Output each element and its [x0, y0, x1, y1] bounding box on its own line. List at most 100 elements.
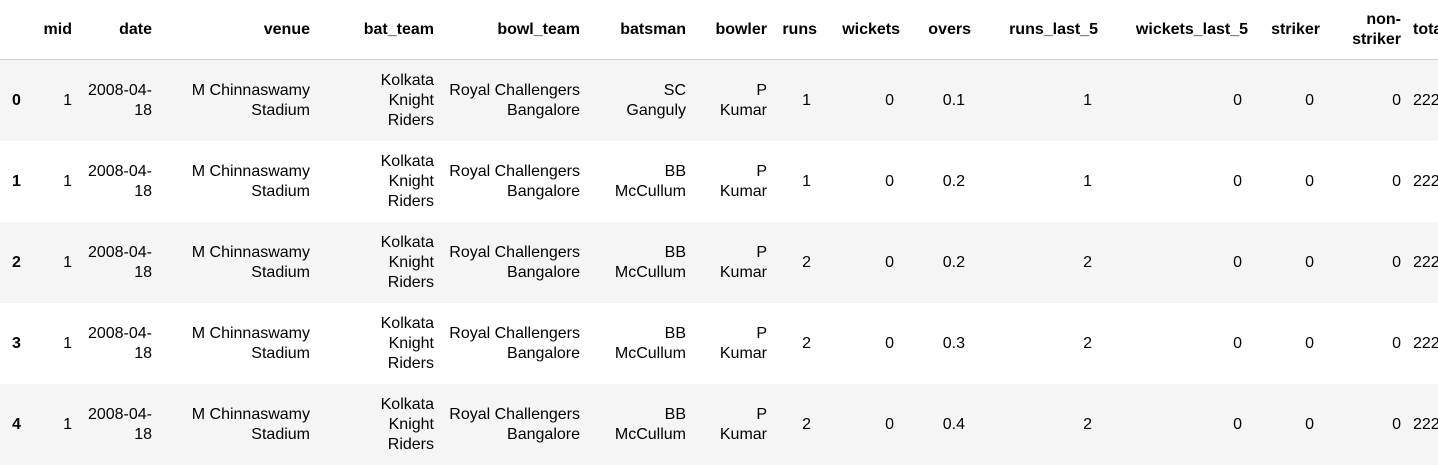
column-header-date: date [119, 21, 152, 38]
cell-venue: M Chinnaswamy Stadium [191, 81, 310, 119]
cell-striker: 0 [1305, 91, 1314, 109]
cell-wickets-last-5: 0 [1233, 91, 1242, 109]
cell-total: 222 [1413, 91, 1438, 109]
cell-bowl-team: Royal Challengers Bangalore [449, 243, 580, 281]
row-index: 0 [12, 91, 21, 109]
cell-overs: 0.1 [942, 91, 965, 109]
cell-runs-last-5: 2 [1083, 334, 1092, 352]
cell-bowler: P Kumar [719, 405, 767, 443]
row-index: 2 [12, 253, 21, 271]
cell-runs: 2 [802, 334, 811, 352]
cell-venue: M Chinnaswamy Stadium [191, 243, 310, 281]
column-header-runs-last-5: runs_last_5 [1009, 21, 1098, 38]
column-header-venue: venue [263, 21, 310, 38]
table-row: 4 1 2008-04-18 M Chinnaswamy Stadium Kol… [0, 384, 1438, 465]
cell-non-striker: 0 [1392, 172, 1401, 190]
cell-total: 222 [1413, 172, 1438, 190]
cell-mid: 1 [63, 172, 72, 190]
column-header-runs: runs [782, 21, 817, 38]
table-row: 0 1 2008-04-18 M Chinnaswamy Stadium Kol… [0, 60, 1438, 141]
cell-date: 2008-04-18 [87, 81, 152, 119]
cell-overs: 0.3 [942, 334, 965, 352]
cell-wickets: 0 [885, 334, 894, 352]
cell-runs-last-5: 1 [1083, 172, 1092, 190]
cell-batsman: BB McCullum [614, 243, 686, 281]
column-header-overs: overs [928, 21, 971, 38]
cell-venue: M Chinnaswamy Stadium [191, 405, 310, 443]
cell-wickets-last-5: 0 [1233, 172, 1242, 190]
column-header-bat-team: bat_team [363, 21, 434, 38]
cell-wickets-last-5: 0 [1233, 334, 1242, 352]
cell-non-striker: 0 [1392, 91, 1401, 109]
cell-wickets-last-5: 0 [1233, 253, 1242, 271]
cell-bowl-team: Royal Challengers Bangalore [449, 81, 580, 119]
cell-venue: M Chinnaswamy Stadium [191, 324, 310, 362]
cell-bat-team: Kolkata Knight Riders [380, 314, 434, 372]
cell-striker: 0 [1305, 172, 1314, 190]
header-row: mid date venue bat_team bowl_team batsma… [0, 0, 1438, 60]
column-header-index [0, 0, 28, 60]
column-header-total: total [1413, 21, 1438, 38]
cell-wickets-last-5: 0 [1233, 415, 1242, 433]
cell-bowl-team: Royal Challengers Bangalore [449, 162, 580, 200]
table-row: 2 1 2008-04-18 M Chinnaswamy Stadium Kol… [0, 222, 1438, 303]
cell-runs: 2 [802, 253, 811, 271]
column-header-mid: mid [43, 21, 72, 38]
column-header-wickets: wickets [842, 21, 900, 38]
cell-wickets: 0 [885, 172, 894, 190]
cell-overs: 0.4 [942, 415, 965, 433]
cell-bowler: P Kumar [719, 324, 767, 362]
column-header-bowler: bowler [715, 21, 767, 38]
cell-wickets: 0 [885, 253, 894, 271]
cell-bat-team: Kolkata Knight Riders [380, 395, 434, 453]
cell-wickets: 0 [885, 91, 894, 109]
cell-bowl-team: Royal Challengers Bangalore [449, 324, 580, 362]
cell-striker: 0 [1305, 415, 1314, 433]
cell-date: 2008-04-18 [87, 162, 152, 200]
cell-mid: 1 [63, 253, 72, 271]
cell-total: 222 [1413, 253, 1438, 271]
cell-bat-team: Kolkata Knight Riders [380, 71, 434, 129]
column-header-striker: striker [1271, 21, 1320, 38]
dataframe-table: mid date venue bat_team bowl_team batsma… [0, 0, 1438, 465]
cell-runs: 1 [802, 172, 811, 190]
table-row: 3 1 2008-04-18 M Chinnaswamy Stadium Kol… [0, 303, 1438, 384]
column-header-non-striker: non-striker [1352, 11, 1401, 48]
cell-total: 222 [1413, 334, 1438, 352]
column-header-batsman: batsman [620, 21, 686, 38]
header-divider [0, 59, 1438, 60]
cell-date: 2008-04-18 [87, 405, 152, 443]
cell-date: 2008-04-18 [87, 324, 152, 362]
row-index: 1 [12, 172, 21, 190]
cell-batsman: BB McCullum [614, 405, 686, 443]
cell-mid: 1 [63, 415, 72, 433]
cell-bowler: P Kumar [719, 81, 767, 119]
cell-batsman: BB McCullum [614, 324, 686, 362]
column-header-wickets-last-5: wickets_last_5 [1135, 21, 1248, 38]
cell-overs: 0.2 [942, 253, 965, 271]
column-header-bowl-team: bowl_team [497, 21, 580, 38]
cell-bowl-team: Royal Challengers Bangalore [449, 405, 580, 443]
cell-batsman: SC Ganguly [626, 81, 686, 119]
cell-bowler: P Kumar [719, 162, 767, 200]
cell-bat-team: Kolkata Knight Riders [380, 152, 434, 210]
cell-non-striker: 0 [1392, 253, 1401, 271]
cell-overs: 0.2 [942, 172, 965, 190]
cell-runs-last-5: 1 [1083, 91, 1092, 109]
cell-date: 2008-04-18 [87, 243, 152, 281]
cell-runs-last-5: 2 [1083, 415, 1092, 433]
cell-runs: 2 [802, 415, 811, 433]
cell-total: 222 [1413, 415, 1438, 433]
cell-striker: 0 [1305, 334, 1314, 352]
cell-non-striker: 0 [1392, 415, 1401, 433]
cell-runs: 1 [802, 91, 811, 109]
cell-bowler: P Kumar [719, 243, 767, 281]
table-row: 1 1 2008-04-18 M Chinnaswamy Stadium Kol… [0, 141, 1438, 222]
cell-striker: 0 [1305, 253, 1314, 271]
cell-mid: 1 [63, 91, 72, 109]
cell-venue: M Chinnaswamy Stadium [191, 162, 310, 200]
cell-wickets: 0 [885, 415, 894, 433]
cell-non-striker: 0 [1392, 334, 1401, 352]
cell-mid: 1 [63, 334, 72, 352]
cell-runs-last-5: 2 [1083, 253, 1092, 271]
